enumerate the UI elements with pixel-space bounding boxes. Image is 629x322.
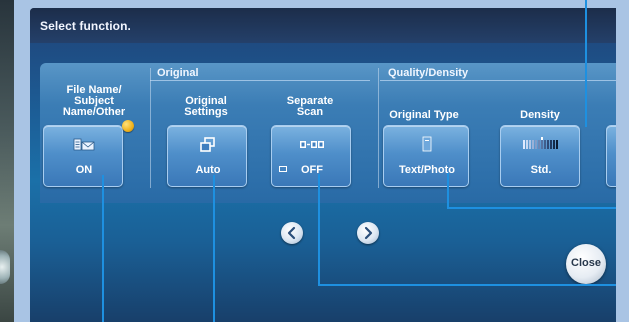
page-title: Select function. xyxy=(40,19,131,33)
stacked-pages-icon xyxy=(168,136,248,154)
separate-scan-value: OFF xyxy=(301,164,323,176)
label-file-name-subject: File Name/Subject Name/Other xyxy=(62,84,126,118)
next-function-button-partial[interactable] xyxy=(606,125,616,187)
callout-line-original-type xyxy=(447,173,449,209)
group-divider-original xyxy=(150,80,370,81)
label-original-type: Original Type xyxy=(389,109,459,121)
chevron-right-icon xyxy=(364,226,373,240)
column-separator xyxy=(150,68,151,188)
label-density: Density xyxy=(520,109,560,121)
close-button[interactable]: Close xyxy=(566,244,606,284)
separate-scan-button[interactable]: OFF xyxy=(271,125,351,187)
callout-line-separate-scan-h xyxy=(318,284,616,286)
chevron-left-icon xyxy=(287,226,296,240)
label-separate-scan: Separate Scan xyxy=(286,95,334,118)
group-divider-quality-density xyxy=(380,80,616,81)
callout-line-separate-scan xyxy=(318,174,320,286)
next-page-button[interactable] xyxy=(357,222,379,244)
group-label-original: Original xyxy=(157,67,199,79)
original-settings-value: Auto xyxy=(195,164,221,176)
density-button[interactable]: Std. xyxy=(500,125,580,187)
file-name-value: ON xyxy=(75,164,93,176)
callout-line-original-settings xyxy=(213,175,215,322)
page-margin xyxy=(616,0,629,322)
original-settings-button[interactable]: Auto xyxy=(167,125,247,187)
callout-line-density xyxy=(585,0,587,127)
status-indicator-dot xyxy=(122,120,134,132)
file-envelope-icon xyxy=(44,136,124,154)
header-bar: Select function. xyxy=(30,8,616,43)
callout-line-original-type-h xyxy=(447,207,616,209)
touch-panel: Select function. Original Quality/Densit… xyxy=(30,8,616,322)
density-value: Std. xyxy=(530,164,552,176)
column-separator xyxy=(378,68,379,188)
document-icon xyxy=(384,136,470,154)
file-name-subject-button[interactable]: ON xyxy=(43,125,123,187)
original-type-button[interactable]: Text/Photo xyxy=(383,125,469,187)
close-label: Close xyxy=(571,257,601,269)
group-label-quality-density: Quality/Density xyxy=(388,67,469,79)
density-scale-icon xyxy=(501,136,581,154)
previous-page-button[interactable] xyxy=(281,222,303,244)
callout-line-file-name xyxy=(102,175,104,322)
original-type-value: Text/Photo xyxy=(398,164,455,176)
adjacent-control-knob xyxy=(0,250,10,284)
label-original-settings: Original Settings xyxy=(184,95,228,118)
separate-scan-icon xyxy=(272,136,352,154)
